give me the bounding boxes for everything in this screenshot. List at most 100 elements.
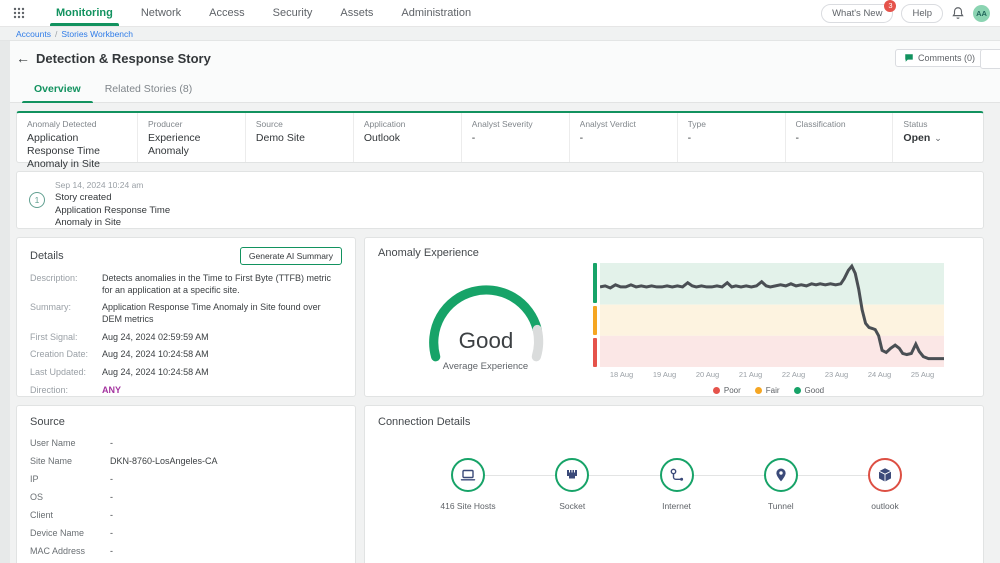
- comment-icon: [905, 54, 913, 62]
- legend-item-poor: Poor: [712, 386, 741, 395]
- source-title: Source: [30, 416, 65, 428]
- laptop-icon: [460, 469, 476, 481]
- main-content: ← Detection & Response Story Comments (0…: [10, 41, 1000, 563]
- x-tick-label: 20 Aug: [695, 370, 720, 379]
- notifications-bell-icon[interactable]: [951, 6, 965, 20]
- apps-grid-icon[interactable]: [10, 4, 28, 22]
- detail-row-first-signal: First Signal: Aug 24, 2024 02:59:59 AM: [30, 331, 209, 342]
- anomaly-experience-card: Anomaly Experience Good Average Experien…: [364, 237, 984, 397]
- app-box-icon: [878, 468, 892, 482]
- detail-row-description: Description: Detects anomalies in the Ti…: [30, 273, 332, 295]
- meta-field-application: Application Outlook: [354, 113, 462, 162]
- comments-button[interactable]: Comments (0): [894, 49, 984, 67]
- meta-field-anomaly-detected: Anomaly Detected Application Response Ti…: [17, 113, 138, 170]
- page-title: Detection & Response Story: [36, 50, 211, 66]
- line-plot: [600, 263, 944, 367]
- whats-new-label: What's New: [832, 7, 883, 19]
- source-row-ip: IP -: [30, 474, 113, 484]
- meta-field-analyst-severity: Analyst Severity -: [462, 113, 570, 162]
- source-row-device-name: Device Name -: [30, 528, 113, 538]
- connection-details-title: Connection Details: [378, 416, 471, 428]
- whats-new-button[interactable]: What's New 3: [821, 0, 897, 23]
- source-row-user-name: User Name -: [30, 438, 113, 448]
- detail-row-direction: Direction: ANY: [30, 384, 122, 395]
- x-tick-label: 22 Aug: [781, 370, 806, 379]
- detail-row-last-updated: Last Updated: Aug 24, 2024 10:24:58 AM: [30, 367, 209, 378]
- story-timeline-card: 1 Sep 14, 2024 10:24 am Story created Ap…: [16, 171, 984, 229]
- source-row-site-name: Site Name DKN-8760-LosAngeles-CA: [30, 456, 218, 466]
- timeline-step-badge: 1: [29, 192, 45, 208]
- breadcrumb-separator: /: [54, 28, 58, 39]
- legend-item-fair: Fair: [754, 386, 780, 395]
- band-strip-fair: [593, 305, 597, 335]
- timeline-timestamp: Sep 14, 2024 10:24 am: [55, 180, 144, 190]
- more-actions-button[interactable]: [980, 49, 1000, 69]
- anomaly-experience-title: Anomaly Experience: [378, 247, 479, 259]
- nav-item-network[interactable]: Network: [127, 0, 195, 26]
- connection-node-internet[interactable]: Internet: [632, 458, 722, 511]
- ethernet-socket-icon: [567, 470, 578, 479]
- nav-item-assets[interactable]: Assets: [326, 0, 387, 26]
- chart-legend: Poor Fair Good: [593, 386, 944, 395]
- connection-node-socket[interactable]: Socket: [527, 458, 617, 511]
- breadcrumb: Accounts / Stories Workbench: [0, 27, 1000, 41]
- gauge-value: Good: [458, 328, 513, 353]
- help-button[interactable]: Help: [901, 3, 943, 23]
- breadcrumb-stories-workbench[interactable]: Stories Workbench: [61, 29, 133, 39]
- story-meta-strip: Anomaly Detected Application Response Ti…: [16, 111, 984, 170]
- comments-label: Comments (0): [917, 53, 975, 63]
- meta-field-source: Source Demo Site: [246, 113, 354, 162]
- connection-node-app-outlook[interactable]: outlook: [840, 458, 930, 511]
- x-tick-label: 19 Aug: [652, 370, 677, 379]
- nav-item-administration[interactable]: Administration: [387, 0, 485, 26]
- tab-overview[interactable]: Overview: [22, 77, 93, 103]
- detail-row-summary: Summary: Application Response Time Anoma…: [30, 302, 321, 325]
- details-title: Details: [30, 250, 64, 262]
- source-card: Source User Name - Site Name DKN-8760-Lo…: [16, 405, 356, 563]
- primary-nav: Monitoring Network Access Security Asset…: [42, 0, 485, 26]
- meta-field-type: Type -: [678, 113, 786, 162]
- tab-related-stories[interactable]: Related Stories (8): [93, 77, 205, 102]
- legend-dot: [754, 387, 762, 394]
- legend-dot: [793, 387, 801, 394]
- connection-node-tunnel[interactable]: Tunnel: [736, 458, 826, 511]
- legend-item-good: Good: [793, 386, 824, 395]
- chevron-down-icon: ⌄: [934, 133, 942, 144]
- timeline-subject: Application Response Time Anomaly in Sit…: [55, 205, 171, 228]
- status-value: Open: [903, 132, 931, 144]
- legend-dot: [712, 387, 720, 394]
- connection-node-site-hosts[interactable]: 416 Site Hosts: [423, 458, 513, 511]
- back-arrow-icon[interactable]: ←: [14, 50, 36, 66]
- nav-item-security[interactable]: Security: [259, 0, 327, 26]
- details-card: Details Generate AI Summary Description:…: [16, 237, 356, 397]
- page-header: ← Detection & Response Story Comments (0…: [10, 41, 1000, 103]
- route-icon: [670, 468, 683, 481]
- top-navigation-bar: Monitoring Network Access Security Asset…: [0, 0, 1000, 27]
- status-dropdown[interactable]: Open ⌄: [903, 132, 973, 145]
- location-pin-icon: [776, 468, 786, 482]
- connection-details-card: Connection Details 416 Site Hosts Socket…: [364, 405, 984, 563]
- experience-gauge: Good Average Experience: [378, 261, 593, 395]
- nav-item-monitoring[interactable]: Monitoring: [42, 0, 127, 26]
- x-tick-label: 24 Aug: [867, 370, 892, 379]
- x-tick-label: 21 Aug: [738, 370, 763, 379]
- gauge-arc-remainder: [531, 324, 543, 362]
- generate-ai-summary-button[interactable]: Generate AI Summary: [239, 247, 342, 265]
- whats-new-badge: 3: [884, 0, 897, 12]
- tab-bar: Overview Related Stories (8): [14, 77, 984, 103]
- source-row-mac-address: MAC Address -: [30, 546, 113, 556]
- timeline-event: Story created: [55, 192, 112, 203]
- x-tick-label: 18 Aug: [609, 370, 634, 379]
- meta-field-status: Status Open ⌄: [893, 113, 983, 162]
- band-strip-poor: [593, 337, 597, 367]
- experience-line-chart: 18 Aug 19 Aug 20 Aug 21 Aug 22 Aug 23 Aug 24 A…: [593, 263, 944, 395]
- x-tick-label: 23 Aug: [824, 370, 849, 379]
- breadcrumb-accounts[interactable]: Accounts: [16, 29, 51, 39]
- source-row-os: OS -: [30, 492, 113, 502]
- nav-item-access[interactable]: Access: [195, 0, 258, 26]
- band-axis-strips: [593, 263, 597, 367]
- user-avatar[interactable]: AA: [973, 4, 990, 22]
- meta-field-analyst-verdict: Analyst Verdict -: [570, 113, 678, 162]
- detail-row-creation-date: Creation Date: Aug 24, 2024 10:24:58 AM: [30, 349, 209, 360]
- meta-field-producer: Producer Experience Anomaly: [138, 113, 246, 162]
